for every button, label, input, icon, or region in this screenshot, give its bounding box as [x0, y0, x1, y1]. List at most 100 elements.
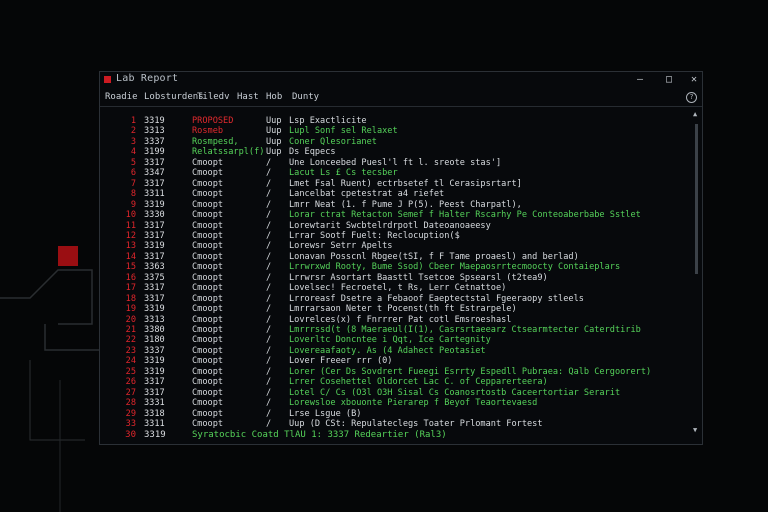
- row-type: Uup: [266, 136, 282, 147]
- row-description: Lacut Ls £ Cs tecsber: [289, 168, 398, 179]
- row-type: /: [266, 241, 272, 252]
- row-name: Cmoopt: [192, 377, 224, 388]
- row-code: 3375: [144, 272, 165, 283]
- row-type: /: [266, 345, 272, 356]
- row-code: 3318: [144, 408, 165, 419]
- row-name: PROPOSED: [192, 116, 234, 126]
- line-number: 9: [130, 199, 136, 210]
- line-number: 23: [125, 345, 136, 356]
- log-table: 1 3319 PROPOSED Uup Lsp Exactlicite 2 3313 Rosm…: [100, 108, 690, 444]
- row-name: Cmoopt: [192, 157, 224, 168]
- line-number: 26: [125, 377, 136, 388]
- line-number: 15: [125, 262, 136, 273]
- row-type: /: [266, 272, 272, 283]
- row-description: Lovereaafaoty. As (4 Adahect Peotasiet: [289, 345, 486, 356]
- row-name: Cmoopt: [192, 178, 224, 189]
- row-type: /: [266, 210, 272, 221]
- row-name: Cmoopt: [192, 366, 224, 377]
- menu-item-dunty[interactable]: Dunty: [292, 92, 319, 102]
- row-type: /: [266, 293, 272, 304]
- menu-item-tiledv[interactable]: Tiledv: [197, 92, 230, 102]
- maximize-icon[interactable]: □: [661, 72, 677, 88]
- row-description: Coner Qlesorianet: [289, 136, 377, 147]
- row-name: Cmoopt: [192, 262, 224, 273]
- row-type: /: [266, 356, 272, 367]
- row-type: /: [266, 325, 272, 335]
- scroll-down-icon[interactable]: ▼: [693, 426, 697, 434]
- row-name: Cmoopt: [192, 272, 224, 283]
- row-type: /: [266, 157, 272, 168]
- title-bar: Lab Report — □ ✕: [100, 72, 702, 88]
- line-number: 19: [125, 304, 136, 315]
- row-type: /: [266, 419, 272, 430]
- row-type: /: [266, 335, 272, 346]
- row-type: Uup: [266, 147, 282, 158]
- row-type: Uup: [266, 116, 282, 126]
- row-type: /: [266, 387, 272, 398]
- vertical-scrollbar[interactable]: ▲ ▼: [692, 108, 701, 438]
- row-description: Lrroreasf Dsetre a Febaoof Eaeptectstal …: [289, 293, 584, 304]
- row-code: 3319: [144, 241, 165, 252]
- menu-item-roadie[interactable]: Roadie: [105, 92, 138, 102]
- row-code: 3319: [144, 199, 165, 210]
- row-name: Cmoopt: [192, 335, 224, 346]
- row-description: Une Lonceebed Puesl'l ft l. sreote stas'…: [289, 157, 502, 168]
- row-code: 3319: [144, 116, 165, 126]
- row-description: Lorewsr Setrr Apelts: [289, 241, 393, 252]
- menu-item-lobsturdens[interactable]: Lobsturdens: [144, 92, 204, 102]
- row-description: Lover Freeer rrr (0): [289, 356, 393, 367]
- row-description: Lmrrrssd(t (8 Maeraeul(I(1), Casrsrtaeea…: [289, 325, 641, 335]
- row-name: Cmoopt: [192, 210, 224, 221]
- row-type: /: [266, 178, 272, 189]
- row-description: Lrrar Sootf Fuelt: Reclocuption($: [289, 230, 460, 241]
- row-name: Relatssarpl(f): [192, 147, 265, 158]
- menu-item-hob[interactable]: Hob: [266, 92, 282, 102]
- row-code: 3317: [144, 230, 165, 241]
- line-number: 25: [125, 366, 136, 377]
- row-code: 3311: [144, 189, 165, 200]
- row-code: 3331: [144, 398, 165, 409]
- row-code: 3180: [144, 335, 165, 346]
- row-type: /: [266, 283, 272, 294]
- row-type: /: [266, 189, 272, 200]
- line-number: 16: [125, 272, 136, 283]
- row-code: 3363: [144, 262, 165, 273]
- row-name: Cmoopt: [192, 304, 224, 315]
- line-number: 18: [125, 293, 136, 304]
- scroll-up-icon[interactable]: ▲: [693, 110, 697, 118]
- row-type: /: [266, 314, 272, 325]
- row-description: Lupl Sonf sel Relaxet: [289, 126, 398, 137]
- footer-line-number: 30: [125, 430, 136, 440]
- row-description: Lrrwrxwd Rooty, Bume Ssod) Cbeer Maepaos…: [289, 262, 621, 273]
- row-type: /: [266, 262, 272, 273]
- row-type: Uup: [266, 126, 282, 137]
- row-code: 3337: [144, 136, 165, 147]
- line-number: 12: [125, 230, 136, 241]
- line-number: 33: [125, 419, 136, 430]
- minimize-icon[interactable]: —: [632, 72, 648, 88]
- row-code: 3317: [144, 293, 165, 304]
- close-icon[interactable]: ✕: [686, 72, 702, 88]
- row-description: Lorewtarit Swcbtelrdrpotl Dateoanoaeesy: [289, 220, 491, 231]
- line-number: 10: [125, 210, 136, 221]
- row-description: Lmrr Neat (1. f Pume J P(5). Peest Charp…: [289, 199, 522, 210]
- line-number: 27: [125, 387, 136, 398]
- row-description: Lovelsec! Fecroetel, t Rs, Lerr Cetnatto…: [289, 283, 507, 294]
- row-name: Cmoopt: [192, 408, 224, 419]
- line-number: 17: [125, 283, 136, 294]
- line-number: 2: [130, 126, 136, 137]
- row-description: Lorewsloe xbouonte Pierarep f Beyof Teao…: [289, 398, 538, 409]
- row-description: Lrse Lsgue (B): [289, 408, 362, 419]
- row-code: 3317: [144, 251, 165, 262]
- scroll-thumb[interactable]: [695, 124, 698, 274]
- line-number: 21: [125, 325, 136, 335]
- help-icon[interactable]: ?: [686, 92, 697, 103]
- row-code: 3317: [144, 387, 165, 398]
- line-number: 29: [125, 408, 136, 419]
- menu-item-hast[interactable]: Hast: [237, 92, 259, 102]
- window-title: Lab Report: [116, 73, 179, 84]
- row-description: Uup (D CSt: Repulateclegs Toater Prloman…: [289, 419, 543, 430]
- line-number: 6: [130, 168, 136, 179]
- row-name: Cmoopt: [192, 199, 224, 210]
- row-description: Loverltc Doncntee i Qqt, Ice Cartegnity: [289, 335, 491, 346]
